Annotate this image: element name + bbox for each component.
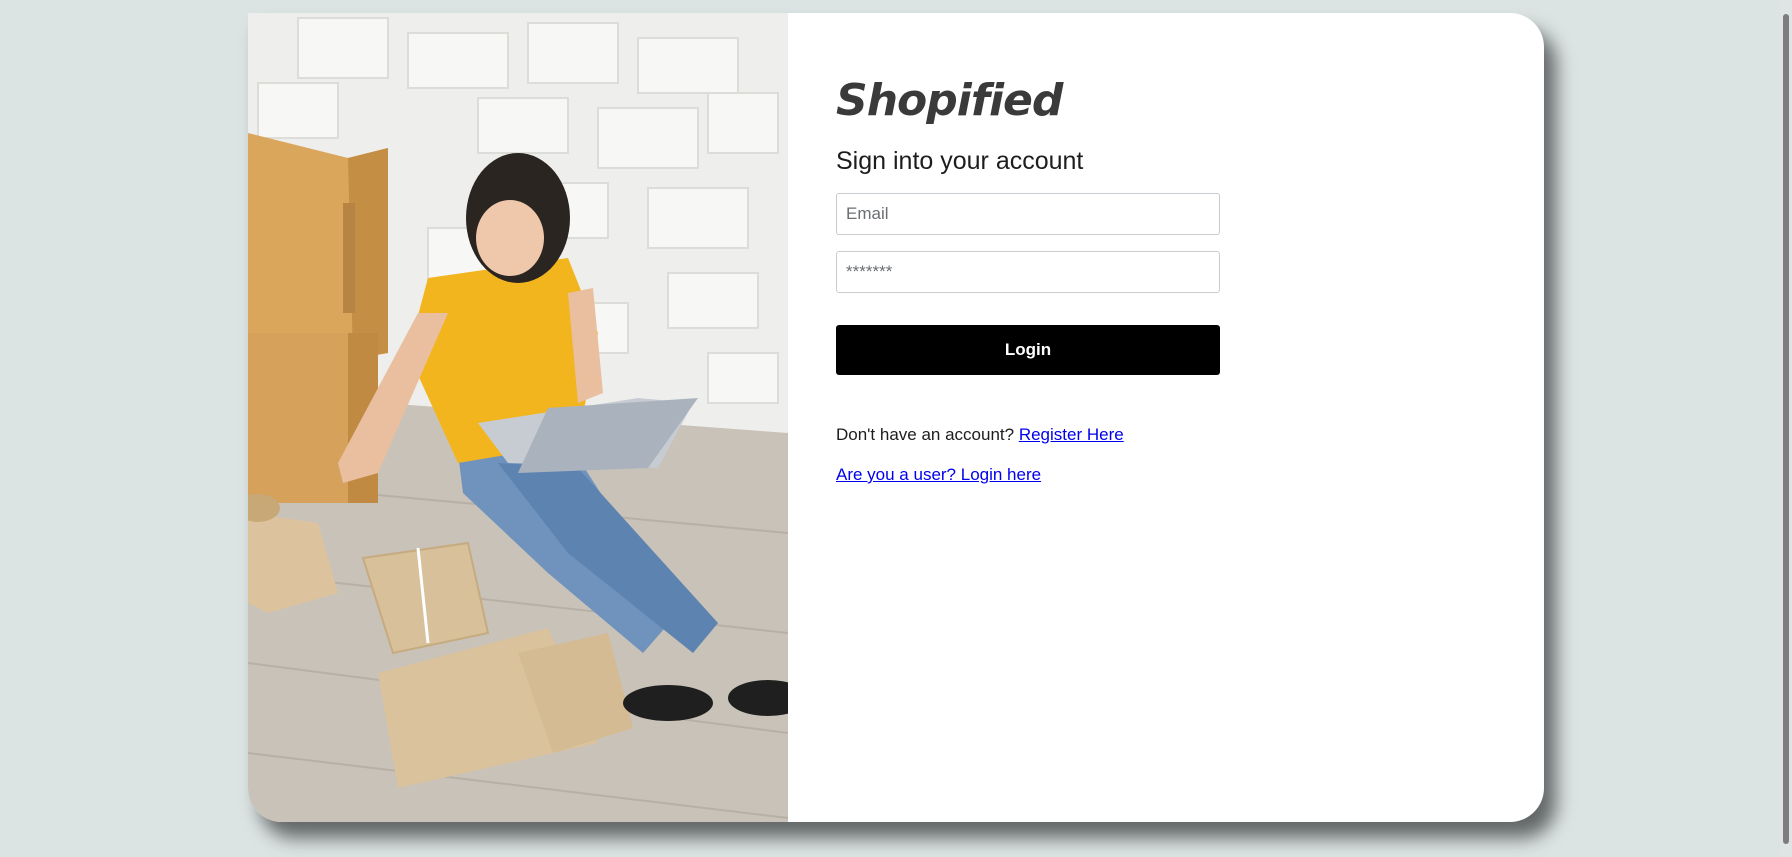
login-button[interactable]: Login [836, 325, 1220, 375]
brand-logo: Shopified [836, 75, 1063, 126]
register-prompt-line: Don't have an account? Register Here [836, 425, 1124, 445]
scrollbar-thumb[interactable] [1783, 14, 1789, 844]
login-card: Shopified Sign into your account Login D… [248, 13, 1544, 822]
email-field[interactable] [836, 193, 1220, 235]
page-title: Sign into your account [836, 147, 1084, 175]
page: Shopified Sign into your account Login D… [0, 0, 1792, 857]
user-login-link[interactable]: Are you a user? Login here [836, 465, 1041, 485]
hero-image [248, 13, 788, 822]
register-prompt-text: Don't have an account? [836, 425, 1015, 444]
password-field[interactable] [836, 251, 1220, 293]
login-form-panel: Shopified Sign into your account Login D… [788, 13, 1544, 822]
vertical-scrollbar[interactable] [1780, 0, 1792, 857]
register-link[interactable]: Register Here [1019, 425, 1124, 444]
